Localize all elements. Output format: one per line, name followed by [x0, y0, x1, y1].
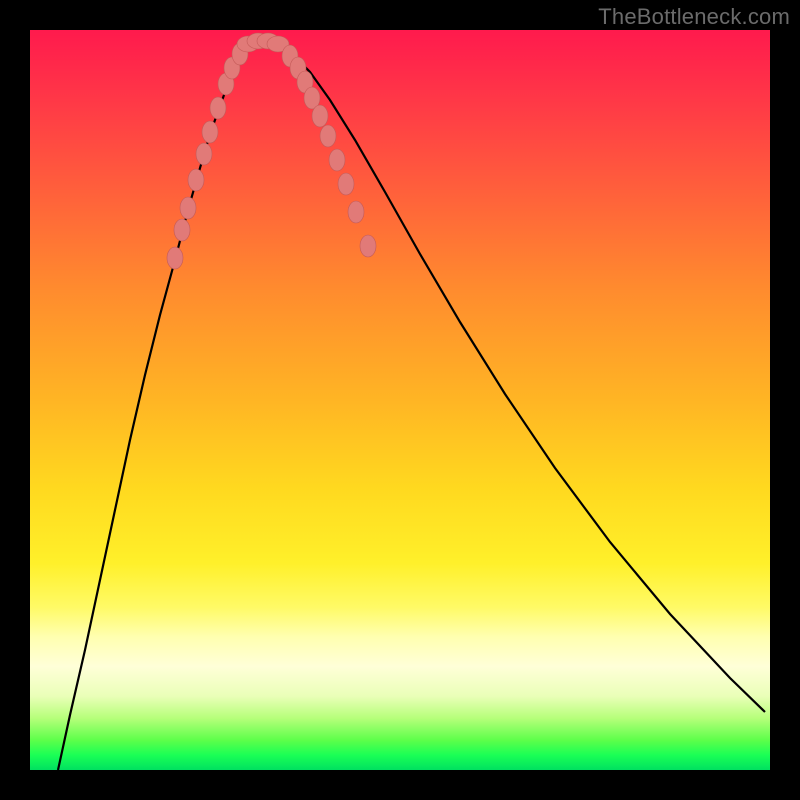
marker-right-7: [338, 173, 354, 195]
marker-right-4: [312, 105, 328, 127]
marker-left-3: [188, 169, 204, 191]
marker-right-8: [348, 201, 364, 223]
marker-left-5: [202, 121, 218, 143]
plot-area: [30, 30, 770, 770]
watermark-text: TheBottleneck.com: [598, 4, 790, 30]
marker-left-2: [180, 197, 196, 219]
chart-svg: [30, 30, 770, 770]
marker-right-5: [320, 125, 336, 147]
marker-right-9: [360, 235, 376, 257]
marker-right-6: [329, 149, 345, 171]
curve-markers: [167, 33, 376, 269]
marker-left-1: [174, 219, 190, 241]
chart-frame: TheBottleneck.com: [0, 0, 800, 800]
marker-left-6: [210, 97, 226, 119]
marker-left-0: [167, 247, 183, 269]
bottleneck-curve: [58, 42, 765, 770]
marker-left-4: [196, 143, 212, 165]
